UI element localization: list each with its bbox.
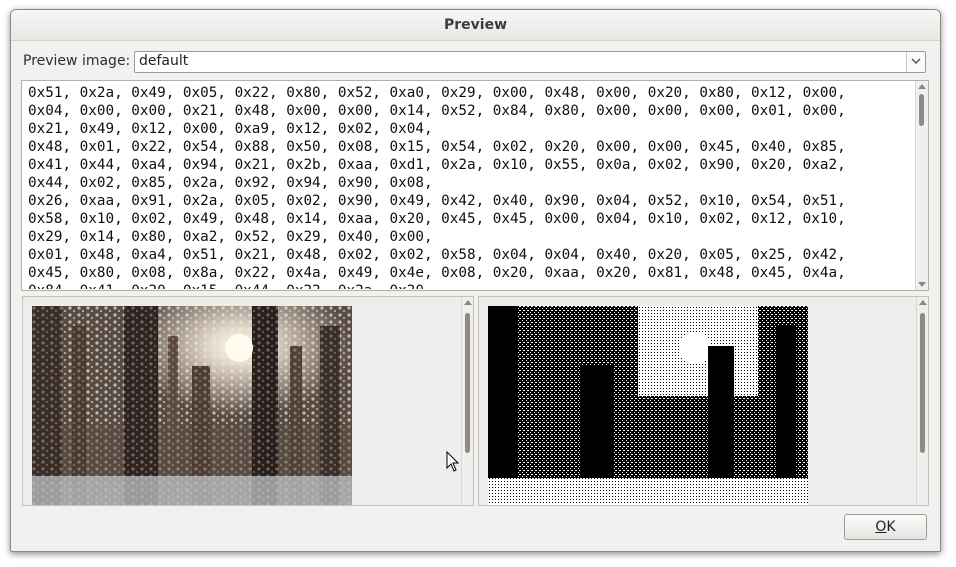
hex-line: 0x01, 0x48, 0xa4, 0x51, 0x21, 0x48, 0x02… [28,247,846,263]
scroll-up-arrow-icon[interactable] [464,300,472,305]
preview-image-label: Preview image: [23,53,131,69]
original-image [32,306,352,505]
ok-mnemonic: O [875,519,887,535]
hex-line: 0x29, 0x14, 0x80, 0xa2, 0x52, 0x29, 0x40… [28,229,433,245]
hex-line: 0x21, 0x49, 0x12, 0x00, 0xa9, 0x12, 0x02… [28,121,433,137]
preview-dialog: Preview Preview image: default 0x51, 0x2… [10,9,941,552]
converted-image-panel [478,296,929,506]
hex-line: 0x58, 0x10, 0x02, 0x49, 0x48, 0x14, 0xaa… [28,211,846,227]
preview-image-value: default [139,53,189,69]
original-image-scrollbar[interactable] [461,297,473,505]
hex-line: 0x51, 0x2a, 0x49, 0x05, 0x22, 0x80, 0x52… [28,85,846,101]
preview-image-select[interactable]: default [134,51,926,73]
hex-output-textarea[interactable]: 0x51, 0x2a, 0x49, 0x05, 0x22, 0x80, 0x52… [21,80,929,291]
scroll-thumb[interactable] [919,94,924,126]
hex-line: 0x26, 0xaa, 0x91, 0x2a, 0x05, 0x02, 0x90… [28,193,846,209]
hex-output-text[interactable]: 0x51, 0x2a, 0x49, 0x05, 0x22, 0x80, 0x52… [28,84,908,289]
hex-line: 0x48, 0x01, 0x22, 0x54, 0x88, 0x50, 0x08… [28,139,846,155]
hex-line: 0x41, 0x44, 0xa4, 0x94, 0x21, 0x2b, 0xaa… [28,157,846,173]
ok-label-rest: K [886,519,896,535]
converted-image [488,306,808,505]
scroll-thumb[interactable] [465,313,470,453]
chevron-down-icon [911,58,921,65]
dropdown-button[interactable] [906,52,925,72]
scroll-up-arrow-icon[interactable] [919,300,927,305]
hex-line: 0x45, 0x80, 0x08, 0x8a, 0x22, 0x4a, 0x49… [28,265,846,281]
original-image-panel [22,296,474,506]
scroll-down-arrow-icon[interactable] [918,282,926,287]
dialog-title: Preview [443,17,507,33]
mouse-pointer-icon [446,451,460,472]
converted-image-scrollbar[interactable] [916,297,928,505]
hex-line: 0x44, 0x02, 0x85, 0x2a, 0x92, 0x94, 0x90… [28,175,433,191]
scroll-up-arrow-icon[interactable] [918,84,926,89]
ok-button[interactable]: OK [844,514,927,540]
hex-line: 0x04, 0x00, 0x00, 0x21, 0x48, 0x00, 0x00… [28,103,846,119]
hex-scrollbar[interactable] [915,81,928,290]
hex-line: 0x84, 0x41, 0x20, 0x15, 0x44, 0x22, 0x2a… [28,282,908,289]
title-bar[interactable]: Preview [11,10,940,41]
scroll-thumb[interactable] [920,313,925,453]
